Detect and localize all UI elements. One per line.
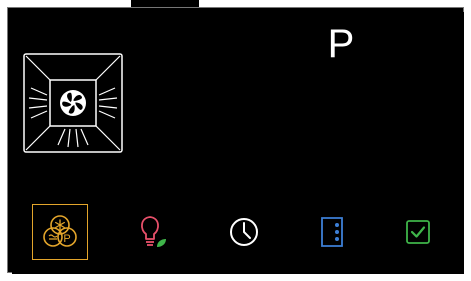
bottom-toolbar: P — [12, 202, 464, 262]
svg-text:P: P — [63, 233, 70, 245]
cooking-assist-button[interactable]: P — [32, 204, 88, 260]
clock-icon — [230, 218, 258, 246]
oven-control-screen: P P — [12, 12, 464, 274]
program-letter: P — [327, 22, 355, 66]
confirm-icon — [406, 220, 430, 244]
cooking-assist-combo-icon: P — [43, 215, 77, 247]
eco-light-icon — [141, 216, 166, 247]
more-options-button[interactable] — [304, 204, 360, 260]
oven-fan-mode-icon — [23, 53, 123, 153]
more-options-icon — [321, 217, 343, 247]
eco-light-button[interactable] — [124, 204, 180, 260]
confirm-button[interactable] — [390, 204, 446, 260]
timer-button[interactable] — [216, 204, 272, 260]
top-tab-indicator — [131, 0, 199, 7]
